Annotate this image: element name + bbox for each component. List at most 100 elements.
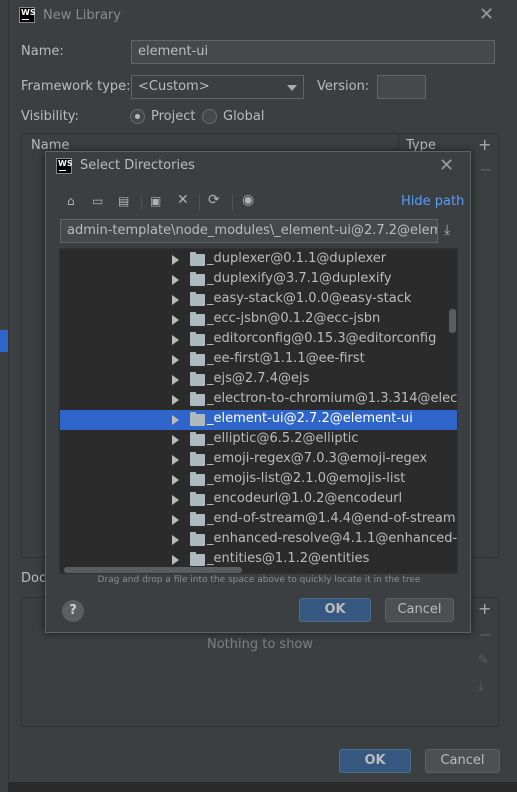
expand-arrow-icon[interactable] [172,555,179,565]
drag-drop-hint: Drag and drop a file into the space abov… [97,575,421,585]
cancel-button[interactable]: Cancel [385,598,454,622]
tree-row[interactable]: _emoji-regex@7.0.3@emoji-regex [60,450,457,470]
chevron-down-icon [287,85,297,91]
tree-row[interactable]: _element-ui@2.7.2@element-ui [60,410,457,430]
close-icon[interactable]: ✕ [479,6,494,24]
folder-icon [190,472,205,486]
folder-icon [190,352,205,366]
tree-row[interactable]: _emojis-list@2.1.0@emojis-list [60,470,457,490]
tree-row-label: _element-ui@2.7.2@element-ui [207,411,413,426]
download-icon[interactable]: ⤓ [444,223,450,237]
expand-arrow-icon[interactable] [172,255,179,265]
desktop-icon[interactable]: ▭ [92,194,103,208]
version-field[interactable] [377,75,426,99]
tree-row-label: _ejs@2.7.4@ejs [207,371,310,386]
path-input[interactable]: admin-template\node_modules\_element-ui@… [60,219,438,243]
folder-icon [190,332,205,346]
expand-arrow-icon[interactable] [172,315,179,325]
horizontal-scrollbar[interactable] [64,567,242,573]
tree-row[interactable]: _duplexer@0.1.1@duplexer [60,250,457,270]
tree-row-label: _emojis-list@2.1.0@emojis-list [207,471,406,486]
directory-tree[interactable]: _entities@1.1.2@entities _enhanced-resolv… [59,248,458,574]
new-folder-icon[interactable]: ▣ [150,194,161,208]
expand-arrow-icon[interactable] [172,335,179,345]
visibility-label: Visibility: [21,109,79,124]
vertical-scrollbar[interactable] [449,309,456,333]
tree-row[interactable]: _duplexify@3.7.1@duplexify [60,270,457,290]
folder-icon [190,432,205,446]
expand-arrow-icon[interactable] [172,275,179,285]
webstorm-logo-icon: WS [56,158,73,174]
hide-path-link[interactable]: Hide path [401,194,464,209]
expand-arrow-icon[interactable] [172,535,179,545]
toolbar-separator [232,194,233,210]
webstorm-logo-icon: WS [19,7,36,23]
tree-row-label: _emoji-regex@7.0.3@emoji-regex [207,451,428,466]
tree-row-label: _duplexify@3.7.1@duplexify [207,271,392,286]
expand-arrow-icon[interactable] [172,415,179,425]
ok-button[interactable]: OK [299,598,371,622]
visibility-project-label[interactable]: Project [151,109,195,124]
name-label: Name: [21,44,64,59]
expand-arrow-icon[interactable] [172,515,179,525]
expand-arrow-icon[interactable] [172,475,179,485]
expand-arrow-icon[interactable] [172,495,179,505]
dialog-title: New Library [43,8,121,23]
tree-row[interactable]: _editorconfig@0.15.3@editorconfig [60,330,457,350]
remove-doc-icon[interactable]: − [479,627,492,643]
folder-icon [190,292,205,306]
ide-selected-item [0,330,8,352]
toolbar-separator [199,194,200,210]
add-icon[interactable]: + [478,137,491,153]
tree-row-label: _elliptic@6.5.2@elliptic [207,431,359,446]
visibility-global-radio[interactable] [202,109,217,124]
tree-row-label: _duplexer@0.1.1@duplexer [207,251,387,266]
folder-icon [190,252,205,266]
download-icon[interactable]: ⤓ [478,679,484,695]
tree-row-label: _ecc-jsbn@0.1.2@ecc-jsbn [207,311,381,326]
tree-row[interactable]: _easy-stack@1.0.0@easy-stack [60,290,457,310]
ok-button[interactable]: OK [339,749,411,773]
ide-background-strip [0,0,8,792]
tree-row[interactable]: _elliptic@6.5.2@elliptic [60,430,457,450]
visibility-global-label[interactable]: Global [223,109,264,124]
expand-arrow-icon[interactable] [172,295,179,305]
tree-row-label: _electron-to-chromium@1.3.314@electron-t [207,391,458,406]
show-hidden-icon[interactable]: ◉ [242,193,254,207]
expand-arrow-icon[interactable] [172,435,179,445]
close-icon[interactable]: ✕ [439,157,454,175]
folder-icon [190,492,205,506]
add-doc-icon[interactable]: + [478,601,491,617]
project-icon[interactable]: ▤ [118,194,129,208]
home-icon[interactable]: ⌂ [67,194,75,208]
folder-icon [190,372,205,386]
name-field[interactable]: element-ui [131,40,495,64]
expand-arrow-icon[interactable] [172,355,179,365]
framework-type-dropdown[interactable]: <Custom> [131,75,304,99]
cancel-button[interactable]: Cancel [425,749,500,773]
tree-row[interactable]: _encodeurl@1.0.2@encodeurl [60,490,457,510]
remove-icon[interactable]: − [479,162,492,178]
tree-row[interactable]: _electron-to-chromium@1.3.314@electron-t [60,390,457,410]
tree-row[interactable]: _ejs@2.7.4@ejs [60,370,457,390]
refresh-icon[interactable]: ⟳ [208,193,220,207]
folder-icon [190,532,205,546]
folder-icon [190,412,205,426]
tree-row[interactable]: _end-of-stream@1.4.4@end-of-stream [60,510,457,530]
help-button[interactable]: ? [62,600,84,622]
visibility-project-radio[interactable] [130,109,145,124]
expand-arrow-icon[interactable] [172,455,179,465]
tree-row[interactable]: _enhanced-resolve@4.1.1@enhanced-resolve [60,530,457,550]
delete-icon[interactable]: ✕ [177,193,189,207]
expand-arrow-icon[interactable] [172,395,179,405]
tree-row-label: _enhanced-resolve@4.1.1@enhanced-resolve [207,531,458,546]
tree-row-label: _ee-first@1.1.1@ee-first [207,351,365,366]
folder-icon [190,312,205,326]
tree-row[interactable]: _ee-first@1.1.1@ee-first [60,350,457,370]
tree-row-label: _easy-stack@1.0.0@easy-stack [207,291,412,306]
tree-row[interactable]: _ecc-jsbn@0.1.2@ecc-jsbn [60,310,457,330]
expand-arrow-icon[interactable] [172,375,179,385]
tree-row-label: _encodeurl@1.0.2@encodeurl [207,491,403,506]
edit-icon[interactable]: ✎ [478,653,489,669]
folder-icon [190,452,205,466]
